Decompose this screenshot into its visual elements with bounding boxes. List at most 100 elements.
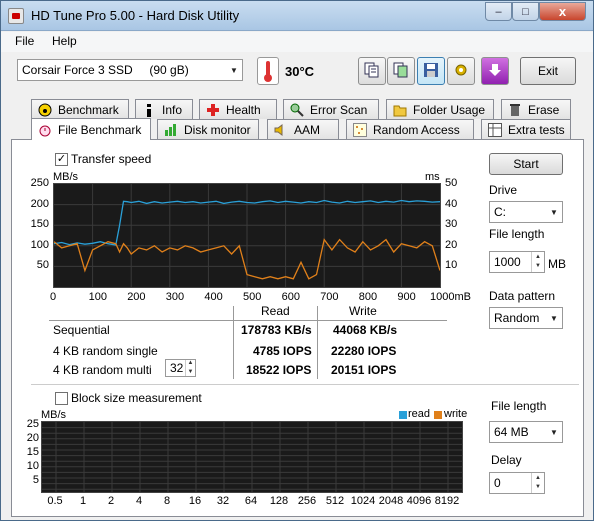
delay-value: 0 <box>494 476 501 490</box>
results-col-divider-1 <box>233 306 234 379</box>
maximize-button[interactable]: □ <box>512 2 539 21</box>
legend-read-label: read <box>408 408 431 420</box>
bar-chart-icon <box>164 123 178 137</box>
file-length-value: 1000 <box>494 255 521 269</box>
copy-screenshot-button[interactable] <box>387 57 415 85</box>
data-pattern-select[interactable]: Random ▼ <box>489 307 563 329</box>
block-x-tick-label: 4 <box>135 495 143 507</box>
stepper-arrows-icon[interactable]: ▲ ▼ <box>531 252 544 272</box>
start-button[interactable]: Start <box>489 153 563 175</box>
data-pattern-value: Random <box>494 311 540 325</box>
drive-letter-select[interactable]: C: ▼ <box>489 201 563 223</box>
close-button[interactable]: x <box>539 2 586 21</box>
floppy-disk-icon <box>423 62 439 81</box>
block-y-tick-label: 20 <box>26 432 39 444</box>
x-tick-label: 500 <box>243 291 262 303</box>
folder-icon <box>393 103 407 117</box>
block-x-tick-label: 0.5 <box>47 495 63 507</box>
y-left-tick-label: 200 <box>30 197 49 210</box>
block-x-tick-label: 4096 <box>406 495 432 507</box>
chevron-down-icon: ▼ <box>550 427 558 437</box>
block-file-length-value: 64 MB <box>494 425 529 439</box>
tab-label: Folder Usage <box>413 102 486 117</box>
tab-file-benchmark[interactable]: File Benchmark <box>31 118 151 140</box>
block-y-tick-label: 25 <box>26 418 39 430</box>
row-sequential-label: Sequential <box>53 323 110 337</box>
menu-help[interactable]: Help <box>52 34 77 48</box>
x-tick-label: 600 <box>281 291 300 303</box>
block-file-length-label: File length <box>491 399 547 413</box>
file-length-unit: MB <box>548 257 566 271</box>
block-y-tick-label: 15 <box>26 446 39 458</box>
section-separator <box>31 384 579 385</box>
save-button[interactable] <box>417 57 445 85</box>
tab-health[interactable]: Health <box>199 99 277 119</box>
block-y-tick-label: 5 <box>32 474 39 486</box>
tab-label: Extra tests <box>508 122 565 137</box>
tab-label: Health <box>226 102 261 117</box>
block-x-tick-label: 2048 <box>378 495 404 507</box>
x-tick-label: 900 <box>397 291 416 303</box>
col-read-header: Read <box>261 304 290 318</box>
block-size-checkbox[interactable] <box>55 392 68 405</box>
exit-button[interactable]: Exit <box>520 57 576 85</box>
x-tick-label: 800 <box>358 291 378 303</box>
tab-label: Error Scan <box>310 102 368 117</box>
tab-info[interactable]: Info <box>135 99 193 119</box>
copy-text-button[interactable] <box>358 57 386 85</box>
delay-label: Delay <box>491 453 522 467</box>
menu-file[interactable]: File <box>15 34 34 48</box>
tab-random-access[interactable]: Random Access <box>346 119 474 139</box>
block-graph-svg <box>42 422 462 492</box>
tab-error-scan[interactable]: Error Scan <box>283 99 379 119</box>
minimize-button[interactable]: – <box>485 2 512 21</box>
download-button[interactable] <box>481 57 509 85</box>
x-tick-label: 0 <box>50 291 57 303</box>
random-single-read-value: 4785 IOPS <box>253 344 312 358</box>
tab-label: Info <box>162 102 183 117</box>
tab-label: Benchmark <box>58 102 119 117</box>
menu-bar: File Help <box>1 32 593 52</box>
y-right-tick-label: 30 <box>445 218 458 231</box>
block-file-length-select[interactable]: 64 MB ▼ <box>489 421 563 443</box>
stopwatch-icon <box>38 123 52 137</box>
y-left-tick-label: 250 <box>30 177 49 189</box>
table-icon <box>488 122 502 137</box>
transfer-speed-checkbox[interactable]: ✓ <box>55 153 68 166</box>
tab-extra-tests[interactable]: Extra tests <box>481 119 571 139</box>
x-tick-label: 300 <box>165 291 185 303</box>
block-x-tick-label: 512 <box>325 495 345 507</box>
tab-disk-monitor[interactable]: Disk monitor <box>157 119 259 139</box>
random-multi-write-value: 20151 IOPS <box>331 363 397 377</box>
queue-depth-stepper[interactable]: 32 ▲ ▼ <box>165 359 196 377</box>
tab-benchmark[interactable]: Benchmark <box>31 99 129 119</box>
sequential-write-value: 44068 KB/s <box>333 323 398 337</box>
temperature-value: 30°C <box>285 64 315 79</box>
tab-folder-usage[interactable]: Folder Usage <box>386 99 494 119</box>
tab-label: Erase <box>528 102 560 117</box>
chevron-down-icon: ▼ <box>550 207 558 217</box>
legend-write-swatch <box>434 411 442 419</box>
delay-stepper[interactable]: 0 ▲ ▼ <box>489 472 545 494</box>
x-tick-label: 200 <box>127 291 146 303</box>
transfer-speed-graph <box>53 183 441 288</box>
title-bar[interactable]: HD Tune Pro 5.00 - Hard Disk Utility – □… <box>1 1 593 31</box>
drive-label: Drive <box>489 183 518 197</box>
options-button[interactable] <box>447 57 475 85</box>
y-left-tick-label: 50 <box>36 259 49 272</box>
stepper-arrows-icon[interactable]: ▲ ▼ <box>185 360 195 376</box>
y-right-unit: ms <box>425 171 440 183</box>
thermometer-icon <box>257 57 279 85</box>
legend-read-swatch <box>399 411 407 419</box>
block-x-tick-label: 256 <box>297 495 317 507</box>
drive-select[interactable]: Corsair Force 3 SSD (90 gB) ▼ <box>17 59 243 81</box>
block-x-tick-label: 1024 <box>350 495 376 507</box>
block-x-tick-label: 128 <box>269 495 289 507</box>
tab-aam[interactable]: AAM <box>267 119 339 139</box>
tab-erase[interactable]: Erase <box>501 99 571 119</box>
y-right-tick-label: 10 <box>445 259 458 272</box>
stepper-arrows-icon[interactable]: ▲ ▼ <box>531 473 544 493</box>
magnifier-icon <box>290 103 304 117</box>
file-length-stepper[interactable]: 1000 ▲ ▼ <box>489 251 545 273</box>
info-icon <box>142 103 156 117</box>
